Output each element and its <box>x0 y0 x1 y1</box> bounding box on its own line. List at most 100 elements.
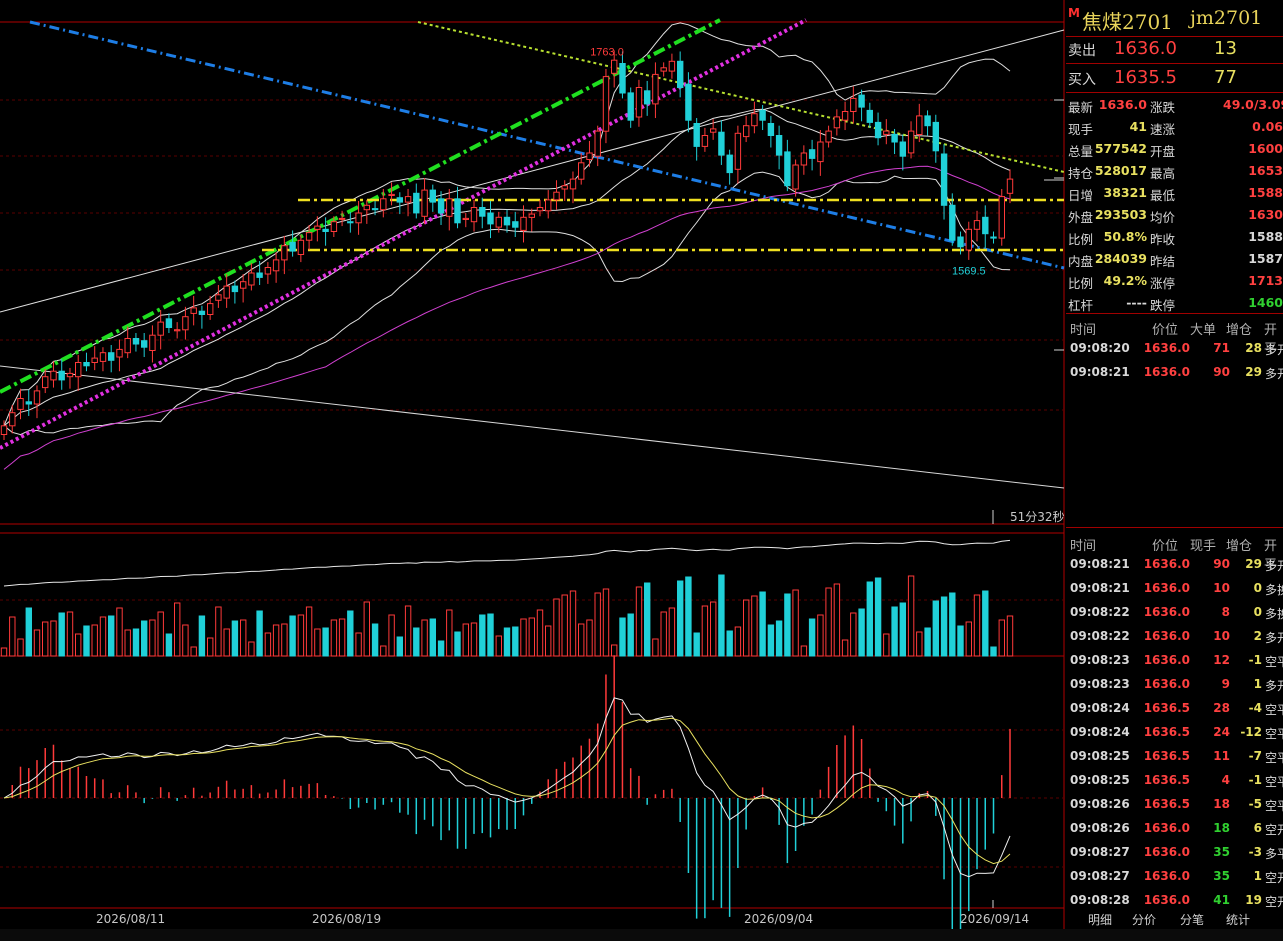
volume-bar <box>388 614 395 657</box>
quote-label: 外盘 <box>1068 210 1094 225</box>
table-row[interactable]: 09:08:21 1636.0 90 29多开 <box>1066 360 1283 384</box>
candle <box>775 135 783 156</box>
volume-bar <box>108 615 115 657</box>
candle <box>338 217 346 220</box>
volume-bar <box>264 632 272 657</box>
kline-chart[interactable]: 1763.0 1569.5 <box>0 0 1066 941</box>
ask-row[interactable]: 卖出 1636.0 13 <box>1066 38 1283 62</box>
cell-time: 09:08:27 <box>1070 869 1130 883</box>
candle <box>586 152 593 160</box>
detail-tabs: 明细 分价 分笔 统计 <box>1066 908 1283 930</box>
bar-countdown: 51分32秒 <box>1010 510 1065 524</box>
candle <box>215 294 222 301</box>
candle <box>685 83 692 121</box>
volume-bar <box>207 637 214 657</box>
cell-time: 09:08:22 <box>1070 629 1130 643</box>
table-row[interactable]: 09:08:20 1636.0 71 28多开 <box>1066 336 1283 360</box>
volume-bar <box>1006 615 1014 657</box>
bid-volume: 77 <box>1214 67 1237 88</box>
candle <box>83 362 90 367</box>
tab-detail[interactable]: 明细 <box>1088 911 1112 928</box>
candle <box>602 76 610 132</box>
table-row[interactable]: 09:08:22 1636.0 10 2多开 <box>1066 624 1283 648</box>
cell-time: 09:08:25 <box>1070 749 1130 763</box>
candle <box>289 241 296 252</box>
candle <box>874 121 882 139</box>
volume-bar <box>58 612 65 657</box>
candle <box>718 131 725 156</box>
quote-label: 开盘 <box>1150 144 1176 159</box>
candle <box>899 141 906 157</box>
candle <box>677 60 684 88</box>
volume-bar <box>66 611 74 657</box>
volume-bar <box>907 575 915 657</box>
volume-bar <box>701 605 709 657</box>
cell-time: 09:08:26 <box>1070 797 1130 811</box>
candle <box>182 316 189 331</box>
candle <box>982 216 989 235</box>
volume-bar <box>190 646 197 657</box>
volume-bar <box>503 627 511 657</box>
volume-bar <box>775 620 783 657</box>
cell-type: 空平 <box>1265 751 1283 765</box>
volume-bar <box>248 641 255 657</box>
table-row[interactable]: 09:08:24 1636.5 24 -12空平 <box>1066 720 1283 744</box>
table-row[interactable]: 09:08:26 1636.0 18 6空开 <box>1066 816 1283 840</box>
candle <box>808 149 816 159</box>
quote-label: 昨收 <box>1150 232 1176 247</box>
table-row[interactable]: 09:08:24 1636.5 28 -4空平 <box>1066 696 1283 720</box>
table-row[interactable]: 09:08:22 1636.0 8 0多换 <box>1066 600 1283 624</box>
quote-row: 持仓 528017 最高 1653 <box>1066 160 1283 182</box>
table-row[interactable]: 09:08:25 1636.5 4 -1空平 <box>1066 768 1283 792</box>
table-row[interactable]: 09:08:25 1636.5 11 -7空平 <box>1066 744 1283 768</box>
table-row[interactable]: 09:08:23 1636.0 12 -1空平 <box>1066 648 1283 672</box>
tab-ticks[interactable]: 分笔 <box>1180 911 1204 928</box>
candle <box>322 228 329 233</box>
volume-bar <box>42 621 49 657</box>
candle <box>907 130 915 154</box>
volume-bar <box>833 583 841 657</box>
table-row[interactable]: 09:08:27 1636.0 35 1空开 <box>1066 864 1283 888</box>
volume-bar <box>429 618 437 657</box>
volume-bar <box>83 625 90 657</box>
candle <box>817 141 824 163</box>
cell-time: 09:08:27 <box>1070 845 1130 859</box>
volume-bar <box>858 608 865 657</box>
candle <box>388 193 395 196</box>
cell-type: 空平 <box>1265 655 1283 669</box>
volume-bar <box>734 626 742 657</box>
ticks-header: 时间 价位 现手 增仓 开平 <box>1066 533 1283 573</box>
tab-price-dist[interactable]: 分价 <box>1132 911 1156 928</box>
candle <box>743 125 750 138</box>
candle <box>256 272 263 278</box>
candle <box>207 303 214 316</box>
volume-bar <box>165 633 173 657</box>
bid-row[interactable]: 买入 1635.5 77 <box>1066 67 1283 91</box>
volume-bar <box>561 594 568 657</box>
volume-bar <box>916 631 923 657</box>
volume-bar <box>536 609 544 657</box>
candle <box>957 236 964 248</box>
volume-bar <box>800 645 808 657</box>
cell-type: 空平 <box>1265 799 1283 813</box>
candle <box>75 362 82 378</box>
volume-bar <box>767 624 775 657</box>
candle <box>487 212 494 225</box>
candle <box>751 113 758 127</box>
table-row[interactable]: 09:08:21 1636.0 10 0多换 <box>1066 576 1283 600</box>
cell-price: 1636.0 <box>1143 845 1190 859</box>
table-row[interactable]: 09:08:27 1636.0 35 -3多平 <box>1066 840 1283 864</box>
tab-stats[interactable]: 统计 <box>1226 911 1250 928</box>
table-row[interactable]: 09:08:23 1636.0 9 1多开 <box>1066 672 1283 696</box>
candle <box>784 151 791 187</box>
candle <box>850 97 857 113</box>
volume-bar <box>281 623 288 657</box>
chart-area[interactable]: 1763.0 1569.5 2026/08/11 2026/08/19 2026/… <box>0 0 1066 941</box>
candle <box>932 121 939 152</box>
divider <box>1066 313 1283 314</box>
table-row[interactable]: 09:08:21 1636.0 90 29多开 <box>1066 552 1283 576</box>
cell-qty: 8 <box>1221 605 1230 619</box>
candle <box>297 239 305 256</box>
candle <box>644 90 651 105</box>
table-row[interactable]: 09:08:26 1636.5 18 -5空平 <box>1066 792 1283 816</box>
